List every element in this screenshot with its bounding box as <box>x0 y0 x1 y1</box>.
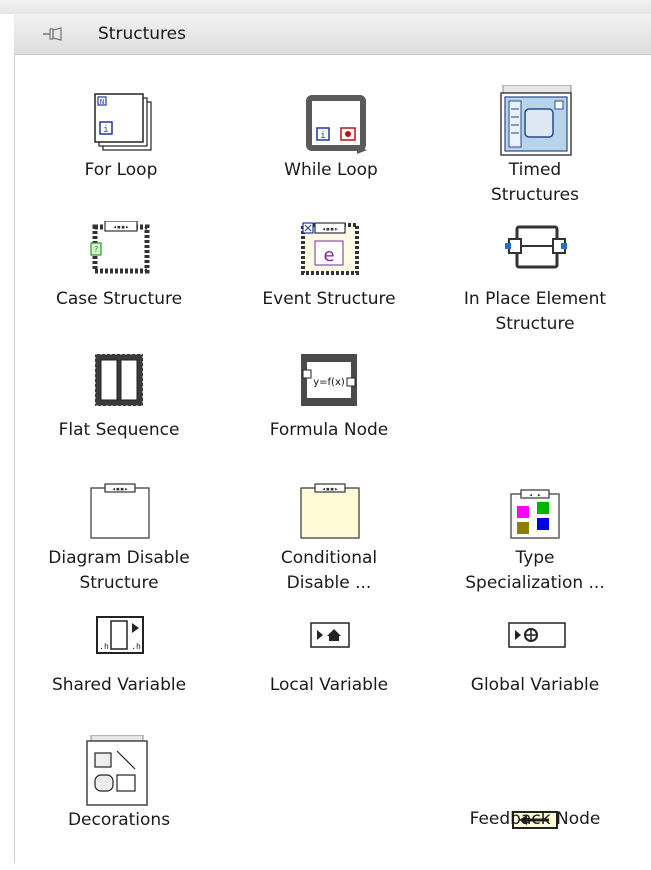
svg-text:◂▪▪▸: ◂▪▪▸ <box>322 485 339 493</box>
flat-sequence-icon <box>89 352 149 408</box>
palette-item-formula-node[interactable]: y=f(x) Formula Node <box>229 352 429 447</box>
item-label: Shared Variable <box>51 675 187 695</box>
svg-text:i: i <box>320 131 325 141</box>
item-label-line-1: Type <box>515 548 555 568</box>
local-variable-icon <box>309 621 351 649</box>
palette-item-timed-structures[interactable]: Timed Structures <box>435 85 635 205</box>
palette-item-feedback-node-label[interactable]: Feedback Node <box>435 807 635 837</box>
item-label: Formula Node <box>269 420 389 440</box>
item-label-line-1: Conditional <box>280 548 378 568</box>
formula-node-icon: y=f(x) <box>297 352 361 408</box>
svg-text:◂ ▸: ◂ ▸ <box>529 491 542 499</box>
palette-item-case-structure[interactable]: ◂▪▪▸ ? Case Structure <box>19 221 219 316</box>
for-loop-icon: N i <box>91 92 159 156</box>
palette-item-for-loop[interactable]: N i For Loop <box>21 92 221 192</box>
palette-item-event-structure[interactable]: ◂▪▪▸ e Event Structure <box>229 221 429 316</box>
item-label: Feedback Node <box>469 809 601 829</box>
pin-icon[interactable] <box>42 25 64 43</box>
event-glyph: e <box>323 245 334 266</box>
global-variable-icon <box>507 621 567 649</box>
palette-item-type-specialization[interactable]: ◂ ▸ Type Specialization ... <box>435 482 635 602</box>
item-label: Event Structure <box>262 289 396 309</box>
item-label: Local Variable <box>269 675 389 695</box>
palette-item-shared-variable[interactable]: .h .h Shared Variable <box>19 615 219 705</box>
palette-item-in-place-element-structure[interactable]: In Place Element Structure <box>435 221 635 341</box>
svg-text:◂▪▪▸: ◂▪▪▸ <box>112 485 129 493</box>
item-label: Decorations <box>67 810 171 830</box>
item-label: For Loop <box>84 160 158 180</box>
svg-text:.h: .h <box>131 642 141 651</box>
svg-text:?: ? <box>94 245 99 254</box>
palette-titlebar[interactable]: Structures <box>14 14 651 55</box>
item-label-line-1: In Place Element <box>463 289 607 309</box>
svg-text:◂▪▪▸: ◂▪▪▸ <box>322 225 339 233</box>
item-label-line-2: Disable ... <box>286 573 372 593</box>
shared-variable-icon: .h .h <box>95 615 147 657</box>
event-structure-icon: ◂▪▪▸ e <box>299 221 363 277</box>
svg-text:N: N <box>100 98 104 106</box>
palette-item-while-loop[interactable]: i While Loop <box>231 92 431 192</box>
timed-structures-icon <box>497 85 577 157</box>
svg-text:◂▪▪▸: ◂▪▪▸ <box>113 223 130 231</box>
diagram-disable-structure-icon: ◂▪▪▸ <box>85 482 155 540</box>
palette-item-diagram-disable-structure[interactable]: ◂▪▪▸ Diagram Disable Structure <box>19 482 219 602</box>
type-specialization-icon: ◂ ▸ <box>507 488 563 540</box>
palette-item-decorations[interactable]: Decorations <box>19 735 219 845</box>
item-label-line-1: Diagram Disable <box>48 548 190 568</box>
item-label: Case Structure <box>55 289 183 309</box>
svg-text:.h: .h <box>99 642 109 651</box>
formula-text: y=f(x) <box>313 377 345 388</box>
conditional-disable-icon: ◂▪▪▸ <box>295 482 365 540</box>
structures-palette: N i For Loop i While Loop Timed Structur… <box>14 55 651 863</box>
while-loop-icon: i <box>303 92 371 156</box>
case-structure-icon: ◂▪▪▸ ? <box>89 221 153 277</box>
item-label: While Loop <box>284 160 378 180</box>
item-label-line-1: Timed <box>508 160 562 180</box>
palette-item-global-variable[interactable]: Global Variable <box>435 621 635 711</box>
in-place-element-structure-icon <box>503 221 567 277</box>
top-strip <box>0 0 651 14</box>
item-label: Global Variable <box>470 675 600 695</box>
palette-item-conditional-disable[interactable]: ◂▪▪▸ Conditional Disable ... <box>229 482 429 602</box>
svg-text:i: i <box>103 125 108 135</box>
item-label-line-2: Specialization ... <box>465 573 605 593</box>
item-label-line-2: Structure <box>495 314 575 334</box>
palette-item-flat-sequence[interactable]: Flat Sequence <box>19 352 219 447</box>
item-label-line-2: Structures <box>491 185 579 205</box>
palette-title: Structures <box>98 24 186 44</box>
palette-item-local-variable[interactable]: Local Variable <box>229 621 429 711</box>
item-label: Flat Sequence <box>58 420 180 440</box>
decorations-icon <box>83 735 151 807</box>
item-label-line-2: Structure <box>79 573 159 593</box>
